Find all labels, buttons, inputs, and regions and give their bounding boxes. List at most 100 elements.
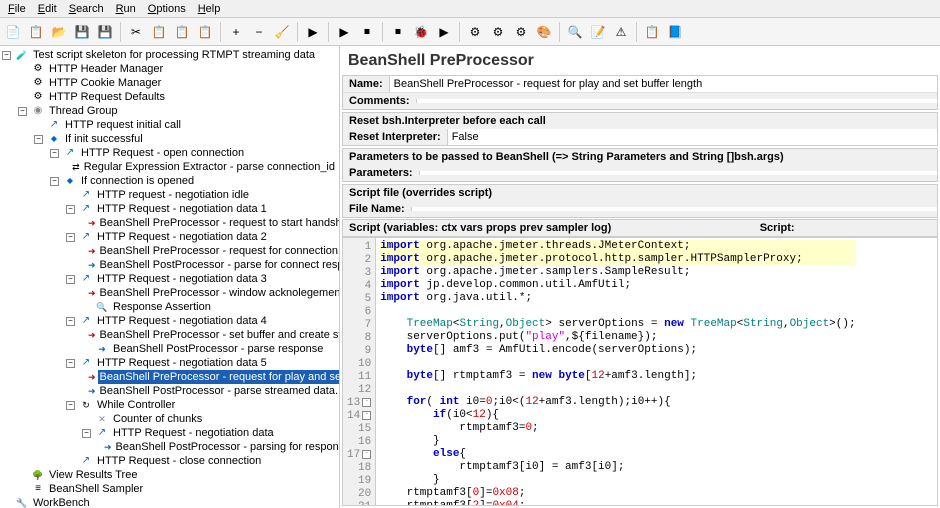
- menu-options[interactable]: Options: [142, 1, 192, 17]
- postprocessor-icon: [104, 440, 112, 454]
- toolbar-button[interactable]: 📄: [2, 21, 24, 43]
- toolbar-button[interactable]: ⚙: [487, 21, 509, 43]
- toolbar-button[interactable]: 📋: [25, 21, 47, 43]
- tree-item[interactable]: Counter of chunks: [111, 412, 204, 426]
- toolbar-button[interactable]: 🔍: [564, 21, 586, 43]
- toolbar-button[interactable]: ⚙: [464, 21, 486, 43]
- workbench-icon: [15, 496, 29, 508]
- toolbar-button[interactable]: ✂: [125, 21, 147, 43]
- config-icon: [31, 90, 45, 104]
- toolbar-button[interactable]: ▶: [333, 21, 355, 43]
- toggle-icon[interactable]: −: [50, 177, 59, 186]
- http-icon: [79, 356, 93, 370]
- toolbar-button[interactable]: 🐞: [410, 21, 432, 43]
- viewresults-icon: [31, 468, 45, 482]
- menu-help[interactable]: Help: [192, 1, 227, 17]
- toolbar-button[interactable]: ⚠: [610, 21, 632, 43]
- tree-item[interactable]: BeanShell PreProcessor - set buffer and …: [98, 328, 340, 342]
- tree-item[interactable]: HTTP Request - negotiation data 2: [95, 230, 269, 244]
- toolbar-button[interactable]: 📋: [148, 21, 170, 43]
- tree-item[interactable]: If init successful: [63, 132, 145, 146]
- menu-run[interactable]: Run: [110, 1, 142, 17]
- toggle-icon[interactable]: −: [18, 107, 27, 116]
- tree-item[interactable]: If connection is opened: [79, 174, 196, 188]
- toolbar-button[interactable]: 📋: [194, 21, 216, 43]
- tree-item[interactable]: BeanShell Sampler: [47, 482, 145, 496]
- tree-item[interactable]: BeanShell PostProcessor - parsing for re…: [114, 440, 340, 454]
- tree-item[interactable]: HTTP Request - close connection: [95, 454, 263, 468]
- tree-item[interactable]: HTTP Header Manager: [47, 62, 165, 76]
- filename-input[interactable]: [411, 207, 937, 211]
- tree-item[interactable]: HTTP Request - negotiation data 5: [95, 356, 269, 370]
- tree-item[interactable]: Response Assertion: [111, 300, 213, 314]
- toolbar-button[interactable]: 📂: [48, 21, 70, 43]
- tree-item[interactable]: HTTP Cookie Manager: [47, 76, 163, 90]
- tree-item[interactable]: BeanShell PreProcessor - window acknoleg…: [98, 286, 340, 300]
- toolbar-button[interactable]: 📝: [587, 21, 609, 43]
- toolbar-button[interactable]: 📋: [641, 21, 663, 43]
- tree-item[interactable]: BeanShell PreProcessor - request to star…: [98, 216, 340, 230]
- tree-item[interactable]: HTTP Request - negotiation data: [111, 426, 276, 440]
- toolbar-button[interactable]: 💾: [94, 21, 116, 43]
- tree-item[interactable]: BeanShell PostProcessor - parse for conn…: [98, 258, 340, 272]
- toggle-icon[interactable]: −: [82, 429, 91, 438]
- tree-item[interactable]: HTTP Request - negotiation data 3: [95, 272, 269, 286]
- toolbar-button[interactable]: +: [225, 21, 247, 43]
- http-icon: [79, 188, 93, 202]
- script-sublabel: Script:: [617, 220, 937, 236]
- toolbar-button[interactable]: ⚙: [510, 21, 532, 43]
- postprocessor-icon: [88, 384, 96, 398]
- menu-file[interactable]: File: [2, 1, 32, 17]
- toggle-icon[interactable]: −: [66, 317, 75, 326]
- toolbar-button[interactable]: 🎨: [533, 21, 555, 43]
- toolbar-button[interactable]: 🧹: [271, 21, 293, 43]
- menu-edit[interactable]: Edit: [32, 1, 63, 17]
- tree-item[interactable]: Regular Expression Extractor - parse con…: [82, 160, 337, 174]
- toolbar-button[interactable]: ⏹: [356, 21, 378, 43]
- tree-item[interactable]: View Results Tree: [47, 468, 139, 482]
- reset-value[interactable]: False: [447, 129, 937, 145]
- toggle-icon[interactable]: −: [66, 275, 75, 284]
- tree-item[interactable]: BeanShell PostProcessor - parse streamed…: [98, 384, 340, 398]
- tree-item[interactable]: BeanShell PostProcessor - parse response: [111, 342, 325, 356]
- comments-input[interactable]: [416, 99, 937, 103]
- extractor-icon: [72, 160, 80, 174]
- toggle-icon[interactable]: −: [50, 149, 59, 158]
- toggle-icon[interactable]: −: [66, 233, 75, 242]
- toggle-icon[interactable]: −: [66, 401, 75, 410]
- toggle-icon[interactable]: −: [34, 135, 43, 144]
- tree-item[interactable]: While Controller: [95, 398, 177, 412]
- tree-item[interactable]: HTTP request initial call: [63, 118, 183, 132]
- toolbar-button[interactable]: 📘: [664, 21, 686, 43]
- toolbar-button[interactable]: 💾: [71, 21, 93, 43]
- postprocessor-icon: [95, 342, 109, 356]
- params-input[interactable]: [419, 171, 937, 175]
- tree-item[interactable]: WorkBench: [31, 496, 92, 508]
- toolbar-button[interactable]: ▶: [433, 21, 455, 43]
- if-icon: [47, 132, 61, 146]
- toolbar-button[interactable]: 📋: [171, 21, 193, 43]
- filename-label: File Name:: [343, 201, 411, 217]
- toolbar-button[interactable]: ⏹: [387, 21, 409, 43]
- toggle-icon[interactable]: −: [66, 205, 75, 214]
- tree-item[interactable]: HTTP Request Defaults: [47, 90, 167, 104]
- tree-item-selected[interactable]: BeanShell PreProcessor - request for pla…: [98, 370, 340, 384]
- toggle-icon[interactable]: −: [66, 359, 75, 368]
- menu-search[interactable]: Search: [63, 1, 110, 17]
- toolbar-button[interactable]: −: [248, 21, 270, 43]
- tree-item[interactable]: HTTP Request - negotiation data 1: [95, 202, 269, 216]
- http-icon: [47, 118, 61, 132]
- config-icon: [31, 62, 45, 76]
- tree-root[interactable]: Test script skeleton for processing RTMP…: [31, 48, 317, 62]
- tree-item[interactable]: HTTP Request - open connection: [79, 146, 246, 160]
- tree-item[interactable]: HTTP Request - negotiation data 4: [95, 314, 269, 328]
- name-input[interactable]: BeanShell PreProcessor - request for pla…: [389, 76, 937, 92]
- tree-item[interactable]: Thread Group: [47, 104, 119, 118]
- tree-item[interactable]: BeanShell PreProcessor - request for con…: [98, 244, 340, 258]
- toggle-icon[interactable]: −: [2, 51, 11, 60]
- toolbar-button[interactable]: ▶: [302, 21, 324, 43]
- http-icon: [79, 454, 93, 468]
- script-editor[interactable]: 12345678910111213 -14 -151617 -181920212…: [342, 237, 938, 506]
- tree-item[interactable]: HTTP request - negotiation idle: [95, 188, 251, 202]
- counter-icon: [95, 412, 109, 426]
